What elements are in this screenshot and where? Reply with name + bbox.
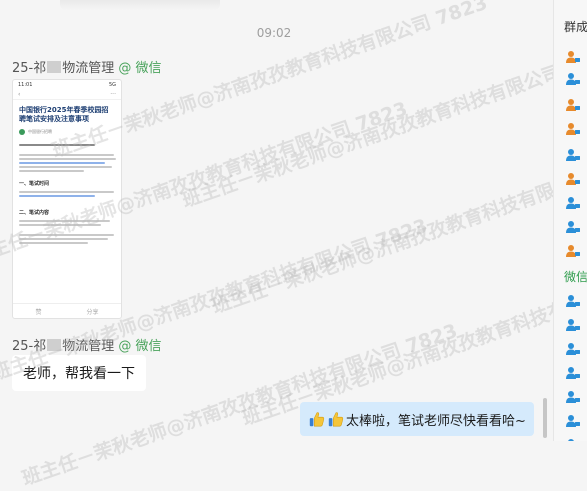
user-icon <box>566 51 580 63</box>
wechat-members-header: 微信 <box>564 270 587 284</box>
incoming-message-bubble[interactable]: 老师，帮我看一下 <box>12 355 146 391</box>
text-line <box>19 166 112 168</box>
outgoing-message-bubble[interactable]: 太棒啦，笔试老师尽快看看哈~ <box>300 402 534 436</box>
text-line <box>19 238 108 240</box>
text-line <box>19 224 102 226</box>
article-title: 中国银行2025年春季校园招聘笔试安排及注意事项 <box>19 106 109 123</box>
user-icon <box>566 367 580 379</box>
user-icon <box>566 245 580 257</box>
user-icon <box>566 123 580 135</box>
account-avatar <box>19 129 25 135</box>
article-account: 中国银行招聘 <box>13 126 121 138</box>
text-line <box>19 234 115 236</box>
outgoing-message-text: 太棒啦，笔试老师尽快看看哈~ <box>346 413 526 429</box>
sender-source: @ 微信 <box>118 61 162 76</box>
phone-time: 11:01 <box>18 82 33 88</box>
account-name: 中国银行招聘 <box>28 129 52 134</box>
scrollbar-thumb[interactable] <box>543 398 547 438</box>
like-label: 赞 <box>35 308 42 316</box>
chat-area: 09:02 25-祁 物流管理 @ 微信 11:01 5G ‹ ··· 中国银行202… <box>0 0 548 441</box>
user-icon <box>566 391 580 403</box>
user-icon <box>566 221 580 233</box>
text-line <box>19 170 84 172</box>
user-icon <box>566 415 580 427</box>
member-item[interactable] <box>565 122 587 136</box>
text-line-link <box>19 162 106 164</box>
text-line <box>19 158 117 160</box>
text-line <box>19 191 115 193</box>
text-line <box>19 144 95 146</box>
back-icon: ‹ <box>18 91 21 98</box>
article-bottom-bar: 赞 分享 <box>13 303 121 318</box>
article-section-1: 一、笔试时间 <box>19 181 50 187</box>
sender-name-prefix: 25-祁 <box>12 339 47 354</box>
screenshot-image-message[interactable]: 11:01 5G ‹ ··· 中国银行2025年春季校园招聘笔试安排及注意事项 中国… <box>12 79 122 319</box>
sender-name-suffix: 物流管理 <box>62 61 115 76</box>
text-line <box>19 242 89 244</box>
member-item[interactable] <box>565 98 587 112</box>
sender-source: @ 微信 <box>118 339 162 354</box>
member-item[interactable] <box>565 294 587 308</box>
text-line <box>19 220 110 222</box>
member-item[interactable] <box>565 390 587 404</box>
phone-status-bar: 11:01 5G <box>13 80 121 90</box>
sender-name: 25-祁 物流管理 @ 微信 <box>12 335 162 354</box>
member-item[interactable] <box>565 148 587 162</box>
phone-signal: 5G <box>108 82 116 88</box>
member-item[interactable] <box>565 196 587 210</box>
member-panel: 群成 微信 <box>553 0 587 441</box>
thumbs-up-icon <box>309 412 325 427</box>
member-item[interactable] <box>565 50 587 64</box>
sender-name: 25-祁 物流管理 @ 微信 <box>12 57 162 76</box>
phone-nav-bar: ‹ ··· <box>13 90 121 100</box>
member-panel-header: 群成 <box>564 20 587 34</box>
user-icon <box>566 197 580 209</box>
redaction-mask <box>47 339 62 351</box>
member-item[interactable] <box>565 366 587 380</box>
member-item[interactable] <box>565 414 587 428</box>
user-icon <box>566 295 580 307</box>
user-icon <box>566 73 580 85</box>
message-timestamp: 09:02 <box>256 26 292 40</box>
member-item[interactable] <box>565 172 587 186</box>
member-item[interactable] <box>565 244 587 258</box>
user-icon <box>566 343 580 355</box>
member-item[interactable] <box>565 342 587 356</box>
user-icon <box>566 173 580 185</box>
redaction-mask <box>47 61 62 73</box>
share-label: 分享 <box>86 308 99 316</box>
member-item[interactable] <box>565 220 587 234</box>
user-icon <box>566 319 580 331</box>
sender-name-prefix: 25-祁 <box>12 61 47 76</box>
text-line <box>19 154 115 156</box>
user-icon <box>566 149 580 161</box>
text-line-link <box>19 195 95 197</box>
member-item[interactable] <box>565 72 587 86</box>
thumbs-up-icon <box>328 412 344 427</box>
article-section-2: 二、笔试内容 <box>19 210 50 216</box>
user-icon <box>566 99 580 111</box>
sender-name-suffix: 物流管理 <box>62 339 115 354</box>
more-icon: ··· <box>110 91 116 98</box>
member-item[interactable] <box>565 318 587 332</box>
previous-message-edge <box>60 0 220 10</box>
